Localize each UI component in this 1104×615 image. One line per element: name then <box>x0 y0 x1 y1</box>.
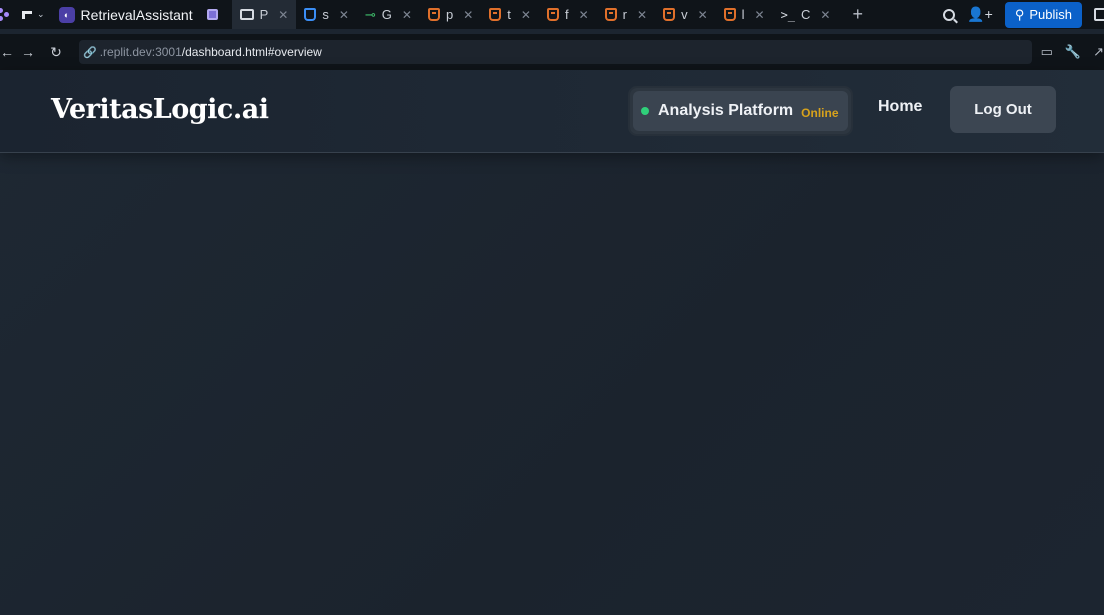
status-state: Online <box>801 105 839 120</box>
link-icon: 🔗 <box>83 46 97 59</box>
close-icon[interactable]: ✕ <box>521 8 531 22</box>
app-header: VeritasLogic.ai Analysis Platform Online… <box>0 70 1104 153</box>
project-name: RetrievalAssistant <box>80 6 193 23</box>
sidebar-toggle-icon[interactable] <box>1094 8 1104 21</box>
tab-html-r[interactable]: r ✕ <box>597 0 655 29</box>
close-icon[interactable]: ✕ <box>402 8 412 22</box>
close-icon[interactable]: ✕ <box>820 8 830 22</box>
monitor-icon <box>239 9 254 20</box>
search-icon[interactable] <box>943 8 956 21</box>
wrench-icon[interactable]: 🔧 <box>1065 44 1081 60</box>
project-icon: ◐ <box>58 6 75 23</box>
new-tab-button[interactable]: + <box>852 4 863 25</box>
tab-label: C <box>801 7 811 22</box>
devices-icon[interactable]: ▭ <box>1041 44 1053 60</box>
app-viewport: VeritasLogic.ai Analysis Platform Online… <box>0 70 1104 615</box>
stop-icon[interactable] <box>206 9 218 20</box>
logout-button[interactable]: Log Out <box>950 86 1056 133</box>
tab-css[interactable]: s ✕ <box>296 0 357 29</box>
tab-html-f[interactable]: f ✕ <box>539 0 597 29</box>
close-icon[interactable]: ✕ <box>278 8 288 22</box>
status-badge: Analysis Platform Online <box>628 86 853 136</box>
tab-label: P <box>259 7 269 22</box>
replit-logo-icon[interactable] <box>0 7 12 22</box>
forward-button[interactable]: → <box>14 44 42 60</box>
git-branch-icon: ⊸ <box>364 6 376 22</box>
tab-console[interactable]: >_ C ✕ <box>773 0 839 29</box>
close-icon[interactable]: ✕ <box>637 8 647 22</box>
invite-user-icon[interactable]: 👤+ <box>967 6 993 23</box>
chevron-down-icon: ⌄ <box>37 9 45 19</box>
workspace-switcher[interactable]: ⌄ <box>22 9 45 20</box>
tab-html-p[interactable]: p ✕ <box>420 0 481 29</box>
css-file-icon <box>304 8 317 21</box>
publish-button[interactable]: ⚲ Publish <box>1004 1 1082 28</box>
tab-label: v <box>681 7 688 22</box>
tab-label: s <box>322 7 329 22</box>
tab-label: G <box>381 7 392 22</box>
close-icon[interactable]: ✕ <box>698 8 708 22</box>
tab-label: r <box>622 7 627 22</box>
brand-logo[interactable]: VeritasLogic.ai <box>51 94 269 125</box>
html-file-icon <box>723 8 736 21</box>
url-field[interactable]: 🔗 .replit.dev:3001 /dashboard.html#overv… <box>79 40 1032 64</box>
close-icon[interactable]: ✕ <box>579 8 589 22</box>
url-host: .replit.dev:3001 <box>99 45 182 59</box>
close-icon[interactable]: ✕ <box>755 8 765 22</box>
home-link[interactable]: Home <box>878 98 922 116</box>
close-icon[interactable]: ✕ <box>339 8 349 22</box>
tab-label: p <box>445 7 454 22</box>
tab-preview[interactable]: P ✕ <box>231 0 297 29</box>
html-file-icon <box>489 8 502 21</box>
close-icon[interactable]: ✕ <box>463 8 473 22</box>
html-file-icon <box>546 8 559 21</box>
tab-label: l <box>741 7 745 22</box>
address-bar: ← → ↻ 🔗 .replit.dev:3001 /dashboard.html… <box>0 34 1104 70</box>
reload-button[interactable]: ↻ <box>42 44 70 61</box>
tab-git[interactable]: ⊸ G ✕ <box>357 0 420 29</box>
status-dot-icon <box>641 107 649 115</box>
html-file-icon <box>663 8 676 21</box>
workspace-icon <box>22 10 32 19</box>
project-selector[interactable]: ◐ RetrievalAssistant <box>58 6 193 23</box>
url-path: /dashboard.html#overview <box>181 45 322 59</box>
html-file-icon <box>604 8 617 21</box>
browser-tab-bar: ⌄ ◐ RetrievalAssistant P ✕ s ✕ ⊸ G ✕ p ✕ <box>0 0 1104 29</box>
publish-label: Publish <box>1029 7 1072 22</box>
terminal-icon: >_ <box>780 7 796 22</box>
tab-html-t[interactable]: t ✕ <box>481 0 539 29</box>
tab-label: t <box>507 7 511 22</box>
html-file-icon <box>427 8 440 21</box>
tab-html-l[interactable]: l ✕ <box>716 0 773 29</box>
tab-html-v[interactable]: v ✕ <box>655 0 716 29</box>
open-external-icon[interactable]: ↗ <box>1093 44 1104 60</box>
rocket-icon: ⚲ <box>1014 6 1025 22</box>
status-label: Analysis Platform <box>658 102 794 119</box>
tab-label: f <box>564 7 569 22</box>
back-button[interactable]: ← <box>0 44 14 60</box>
